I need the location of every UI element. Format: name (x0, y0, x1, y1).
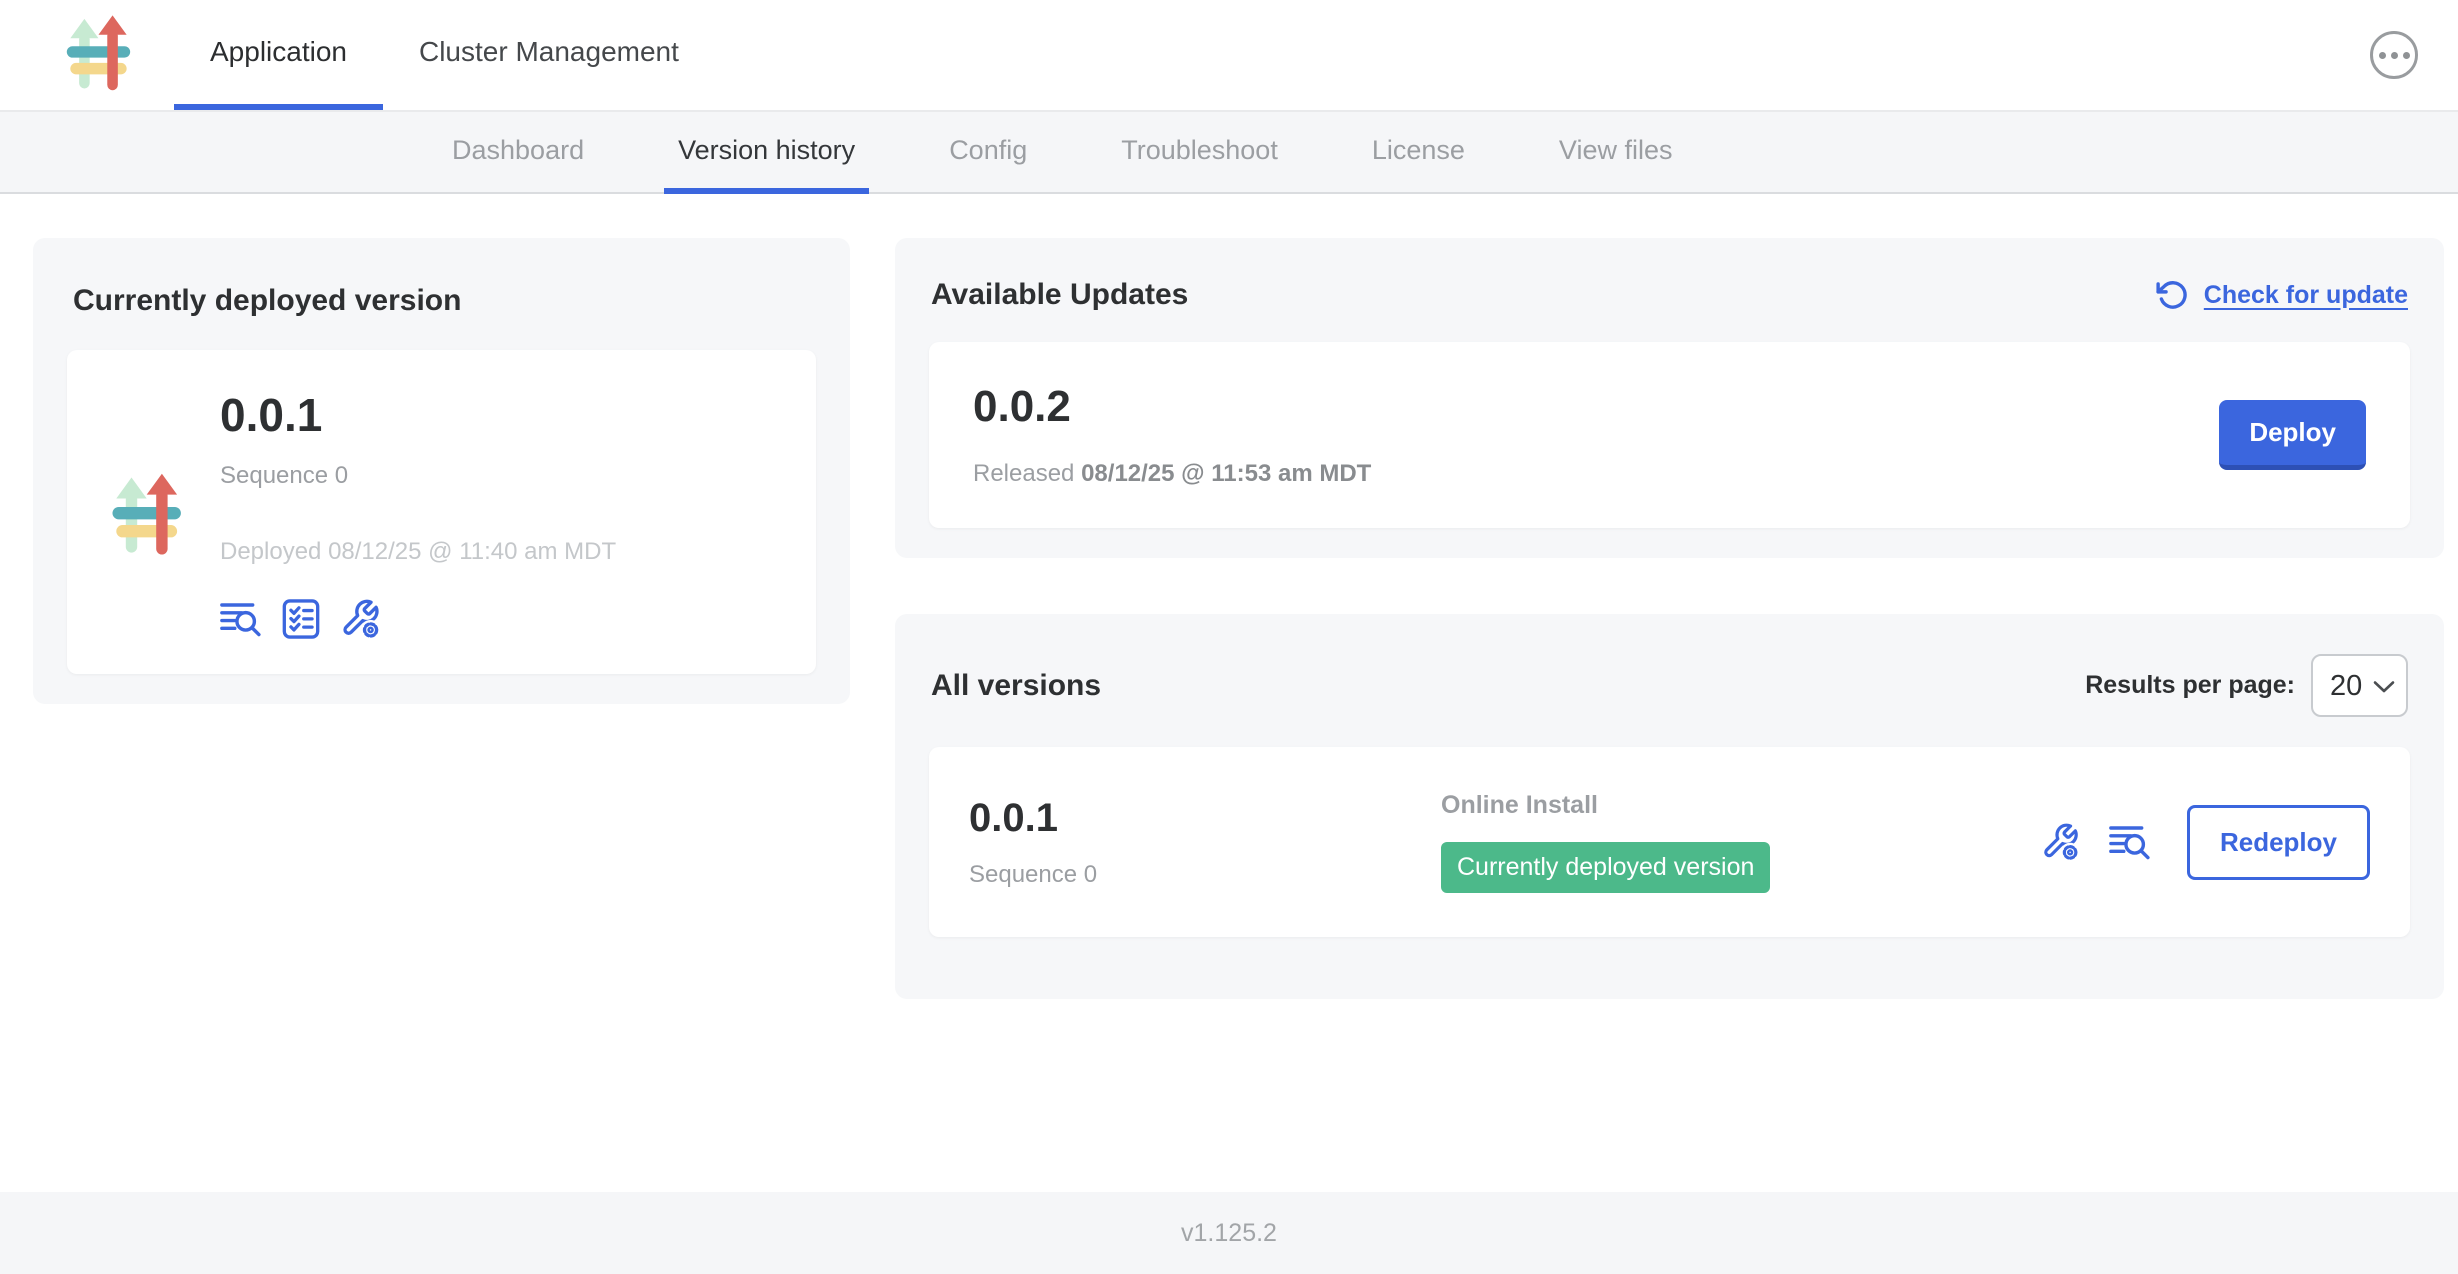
tab-license[interactable]: License (1358, 112, 1479, 194)
tab-config-label: Config (949, 135, 1027, 166)
tab-cluster-management-label: Cluster Management (419, 36, 679, 68)
console-version: v1.125.2 (1181, 1219, 1277, 1248)
update-released-line: Released 08/12/25 @ 11:53 am MDT (973, 460, 1371, 488)
update-version-number: 0.0.2 (973, 382, 1371, 432)
available-update-card: 0.0.2 Released 08/12/25 @ 11:53 am MDT D… (929, 342, 2410, 528)
tab-troubleshoot[interactable]: Troubleshoot (1107, 112, 1292, 194)
results-per-page-select-wrap: 20 (2311, 654, 2408, 717)
app-logo-icon (103, 469, 198, 564)
row-install-type: Online Install (1441, 791, 2041, 820)
tab-application-label: Application (210, 36, 347, 68)
tab-view-files[interactable]: View files (1545, 112, 1687, 194)
release-notes-icon[interactable] (2109, 823, 2151, 861)
tab-dashboard[interactable]: Dashboard (438, 112, 598, 194)
version-row: 0.0.1 Sequence 0 Online Install Currentl… (929, 747, 2410, 937)
refresh-icon (2156, 278, 2190, 312)
results-per-page-select[interactable]: 20 (2311, 654, 2408, 717)
tab-dashboard-label: Dashboard (452, 135, 584, 166)
preflight-checks-icon[interactable] (282, 599, 320, 639)
app-header: Application Cluster Management (0, 0, 2458, 112)
check-for-update-link[interactable]: Check for update (2156, 278, 2408, 312)
currently-deployed-panel: Currently deployed version 0.0 (33, 238, 850, 704)
header-tabs: Application Cluster Management (174, 0, 715, 110)
available-updates-title: Available Updates (931, 278, 1188, 312)
check-for-update-label: Check for update (2204, 281, 2408, 310)
tab-config[interactable]: Config (935, 112, 1041, 194)
app-subnav: Dashboard Version history Config Trouble… (0, 112, 2458, 194)
right-column: Available Updates Check for update 0.0.2 (895, 238, 2444, 999)
edit-config-icon[interactable] (2041, 822, 2081, 862)
currently-deployed-badge: Currently deployed version (1441, 842, 1770, 893)
released-label: Released (973, 460, 1074, 487)
tab-license-label: License (1372, 135, 1465, 166)
available-updates-panel: Available Updates Check for update 0.0.2 (895, 238, 2444, 558)
deployed-version-card: 0.0.1 Sequence 0 Deployed 08/12/25 @ 11:… (67, 350, 816, 674)
ellipsis-icon (2379, 52, 2386, 59)
row-actions: Redeploy (2041, 805, 2370, 880)
app-logo-icon (58, 11, 146, 99)
row-version-number: 0.0.1 (969, 796, 1441, 841)
tab-version-history[interactable]: Version history (664, 112, 869, 194)
ellipsis-icon (2403, 52, 2410, 59)
all-versions-title: All versions (931, 669, 1101, 703)
currently-deployed-title: Currently deployed version (73, 284, 810, 318)
release-notes-icon[interactable] (220, 600, 262, 638)
tab-version-history-label: Version history (678, 135, 855, 166)
main-content: Currently deployed version 0.0 (0, 194, 2458, 999)
deployed-actions (220, 598, 616, 640)
overflow-menu-button[interactable] (2370, 31, 2418, 79)
deployed-timestamp: Deployed 08/12/25 @ 11:40 am MDT (220, 538, 616, 566)
edit-config-icon[interactable] (340, 598, 382, 640)
all-versions-panel: All versions Results per page: 20 (895, 614, 2444, 999)
row-sequence: Sequence 0 (969, 861, 1441, 889)
released-timestamp: 08/12/25 @ 11:53 am MDT (1081, 460, 1371, 487)
deploy-button[interactable]: Deploy (2219, 400, 2366, 470)
app-footer: v1.125.2 (0, 1192, 2458, 1274)
redeploy-button[interactable]: Redeploy (2187, 805, 2370, 880)
ellipsis-icon (2391, 52, 2398, 59)
results-per-page-group: Results per page: 20 (2085, 654, 2408, 717)
tab-cluster-management[interactable]: Cluster Management (383, 0, 715, 110)
tab-view-files-label: View files (1559, 135, 1673, 166)
tab-troubleshoot-label: Troubleshoot (1121, 135, 1278, 166)
deployed-version-number: 0.0.1 (220, 388, 616, 442)
deployed-sequence: Sequence 0 (220, 462, 616, 490)
results-per-page-label: Results per page: (2085, 671, 2295, 700)
tab-application[interactable]: Application (174, 0, 383, 110)
